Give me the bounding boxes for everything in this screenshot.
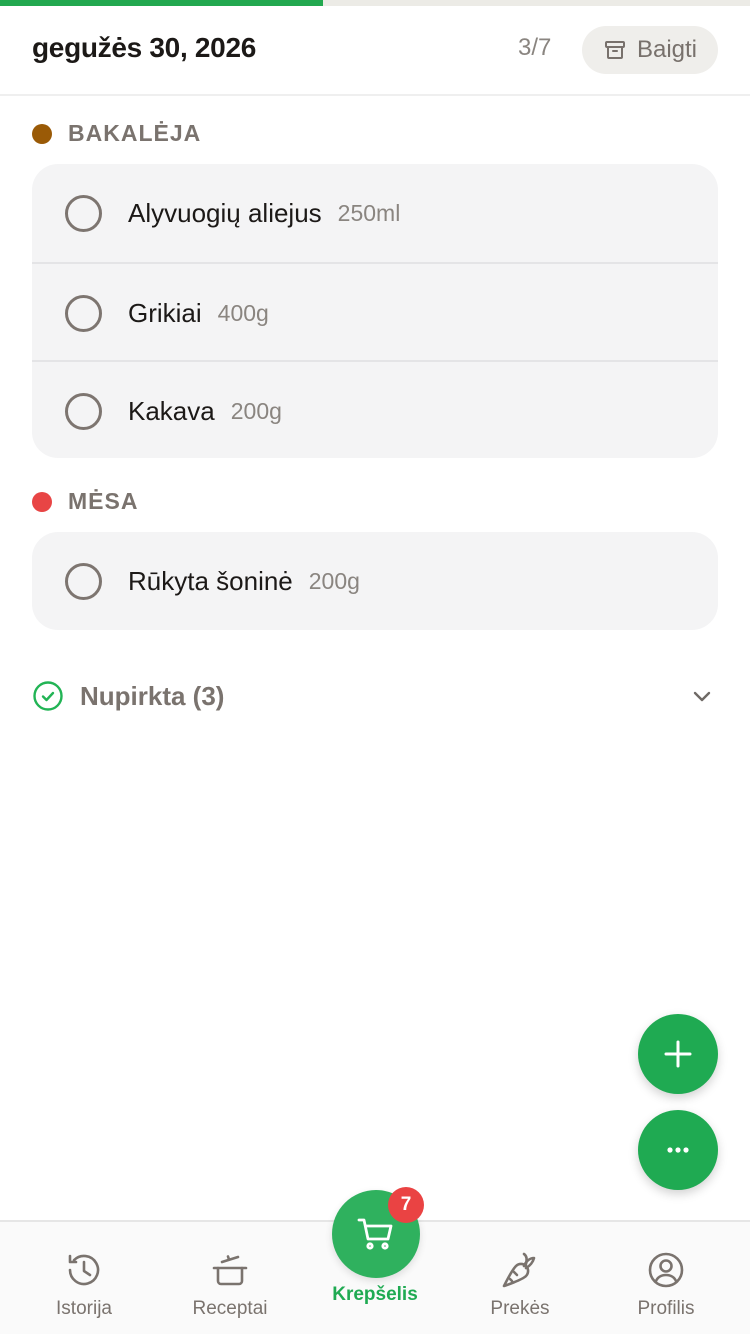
more-options-button[interactable] <box>638 1110 718 1190</box>
item-checkbox[interactable] <box>65 393 102 430</box>
check-circle-icon <box>32 680 64 712</box>
category-dot <box>32 123 52 144</box>
carrot-icon <box>500 1250 540 1290</box>
list-item[interactable]: Rūkyta šoninė 200g <box>32 532 718 630</box>
history-icon <box>64 1250 104 1290</box>
add-item-button[interactable] <box>638 1014 718 1094</box>
item-name: Kakava <box>128 395 215 426</box>
nav-label: Receptai <box>192 1298 268 1319</box>
bought-section-toggle[interactable]: Nupirkta (3) <box>32 672 718 720</box>
cart-icon <box>356 1214 396 1254</box>
item-checkbox[interactable] <box>65 563 102 600</box>
nav-item-prekes[interactable]: Prekės <box>445 1222 595 1334</box>
item-name: Rūkyta šoninė <box>128 565 293 596</box>
section-label: BAKALĖJA <box>68 120 202 146</box>
pot-icon <box>210 1250 250 1290</box>
section-label: MĖSA <box>68 488 139 514</box>
page-title: gegužės 30, 2026 <box>32 32 256 63</box>
profile-icon <box>646 1250 686 1290</box>
finish-button-label: Baigti <box>636 36 698 63</box>
item-name: Alyvuogių aliejus <box>128 197 322 228</box>
finish-button[interactable]: Baigti <box>582 26 718 74</box>
item-quantity: 200g <box>230 397 282 424</box>
item-checkbox[interactable] <box>65 295 102 332</box>
nav-label: Prekės <box>490 1298 550 1319</box>
item-checkbox[interactable] <box>65 195 102 232</box>
bought-label: Nupirkta (3) <box>80 680 225 711</box>
nav-label: Profilis <box>637 1298 695 1319</box>
item-quantity: 250ml <box>337 199 401 226</box>
nav-item-receptai[interactable]: Receptai <box>155 1222 305 1334</box>
nav-label-active: Krepšelis <box>332 1284 418 1305</box>
item-quantity: 200g <box>308 567 360 594</box>
section-header-mesa: MĖSA <box>32 488 138 515</box>
section-header-bakaleja: BAKALĖJA <box>32 120 201 147</box>
header: gegužės 30, 2026 3/7 Baigti <box>0 6 750 96</box>
item-quantity: 400g <box>217 299 269 326</box>
list-item[interactable]: Grikiai 400g <box>32 262 718 360</box>
cart-count-badge: 7 <box>388 1187 424 1223</box>
item-list-bakaleja: Alyvuogių aliejus 250ml Grikiai 400g Kak… <box>32 164 718 458</box>
nav-item-istorija[interactable]: Istorija <box>9 1222 159 1334</box>
nav-label: Istorija <box>56 1298 112 1319</box>
plus-icon <box>662 1038 694 1070</box>
archive-icon <box>603 38 627 62</box>
item-name: Grikiai <box>128 297 202 328</box>
more-icon <box>662 1134 694 1166</box>
progress-count: 3/7 <box>518 34 552 61</box>
item-list-mesa: Rūkyta šoninė 200g <box>32 532 718 630</box>
chevron-down-icon <box>690 684 714 708</box>
category-dot <box>32 491 52 512</box>
list-item[interactable]: Kakava 200g <box>32 360 718 458</box>
list-item[interactable]: Alyvuogių aliejus 250ml <box>32 164 718 262</box>
nav-item-profilis[interactable]: Profilis <box>591 1222 741 1334</box>
